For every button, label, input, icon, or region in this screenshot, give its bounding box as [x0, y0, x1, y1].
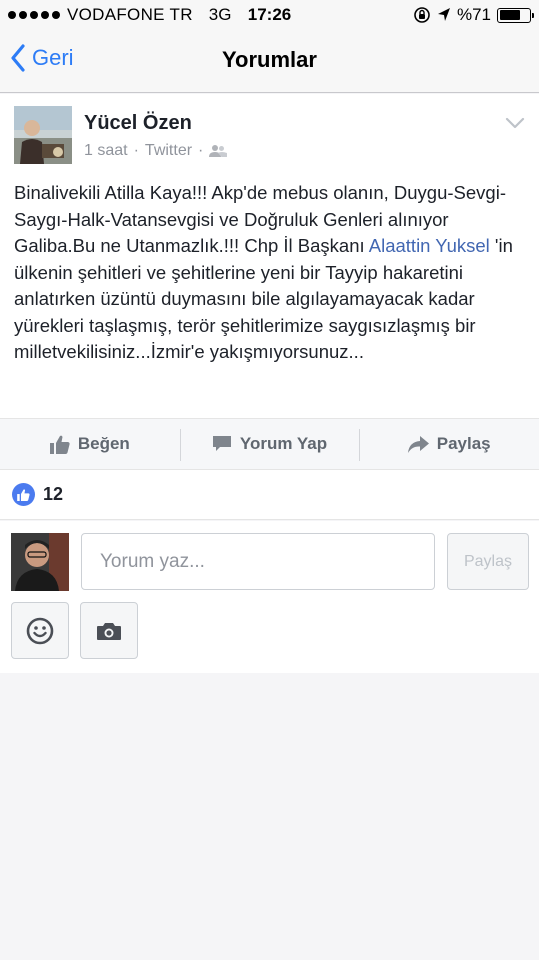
- like-button[interactable]: Beğen: [0, 419, 180, 469]
- camera-icon: [97, 622, 121, 640]
- comment-input[interactable]: [81, 533, 435, 590]
- location-arrow-icon: [437, 8, 450, 21]
- author-avatar[interactable]: [14, 106, 72, 164]
- comment-share-button[interactable]: Paylaş: [447, 533, 529, 590]
- emoji-button[interactable]: [11, 602, 69, 659]
- likes-summary[interactable]: 12: [0, 470, 539, 520]
- mention-link[interactable]: Alaattin Yuksel: [369, 235, 490, 256]
- comment-label: Yorum Yap: [239, 434, 328, 453]
- orientation-lock-icon: [414, 7, 430, 23]
- share-label: Paylaş: [436, 434, 491, 453]
- author-name[interactable]: Yücel Özen: [84, 112, 192, 135]
- comment-icon: [212, 436, 231, 451]
- post-time[interactable]: 1 saat: [84, 142, 128, 160]
- navigation-bar: Geri Yorumlar: [0, 30, 539, 93]
- chevron-down-icon: [505, 117, 525, 129]
- post-actions: Beğen Yorum Yap Paylaş: [0, 418, 539, 470]
- post-text: Binalivekili Atilla Kaya!!! Akp'de mebus…: [14, 180, 530, 366]
- user-photo: [11, 533, 69, 591]
- post-meta: 1 saat · Twitter ·: [84, 142, 228, 160]
- like-reaction-icon: [12, 483, 35, 506]
- battery-percent: %71: [456, 5, 491, 24]
- meta-separator: ·: [133, 142, 139, 159]
- share-button[interactable]: Paylaş: [359, 419, 539, 469]
- comment-composer: Paylaş: [0, 521, 539, 673]
- battery-icon: [497, 7, 534, 23]
- meta-separator-2: ·: [198, 142, 204, 159]
- battery-fill: [499, 10, 521, 20]
- comment-button[interactable]: Yorum Yap: [179, 419, 360, 469]
- share-arrow-icon: [407, 435, 429, 453]
- user-avatar: [11, 533, 69, 591]
- post-card: Yücel Özen 1 saat · Twitter · Binaliveki…: [0, 94, 539, 419]
- like-count: 12: [43, 484, 64, 504]
- camera-button[interactable]: [80, 602, 138, 659]
- like-label: Beğen: [77, 434, 130, 453]
- friends-privacy-icon: [209, 145, 228, 157]
- status-right: %71: [413, 5, 534, 25]
- post-source: Twitter: [144, 142, 193, 159]
- page-title: Yorumlar: [222, 47, 317, 72]
- thumbs-up-icon: [49, 435, 70, 454]
- smiley-icon: [26, 617, 54, 644]
- status-bar: VODAFONE TR 3G 17:26 %71: [0, 0, 539, 30]
- author-photo: [14, 106, 72, 164]
- post-options-button[interactable]: [505, 116, 525, 134]
